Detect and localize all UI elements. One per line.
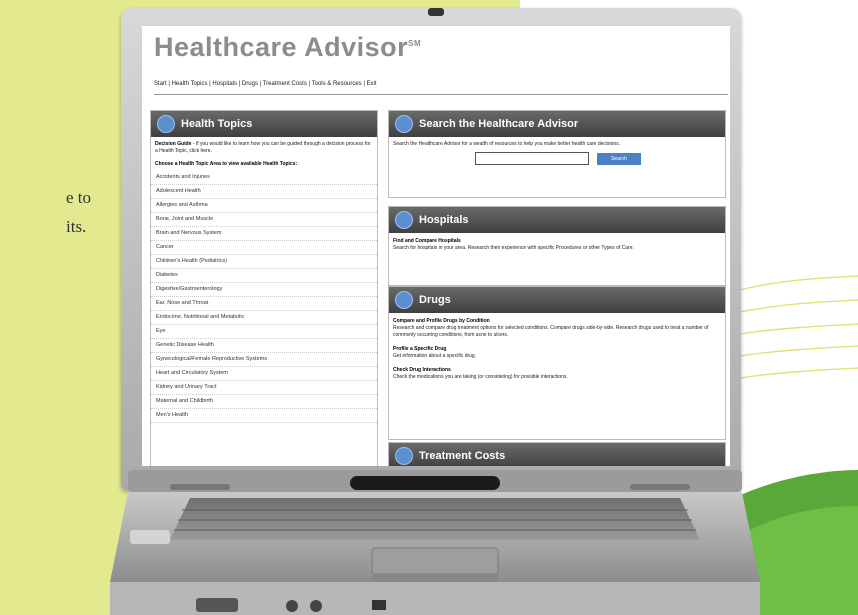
drugs-content: Compare and Profile Drugs by Condition R… [389,313,725,381]
drug-interactions-description: Check the medications you are taking (or… [393,374,568,380]
compare-drugs-description: Research and compare drug treatment opti… [393,325,709,338]
decision-guide-link[interactable]: Decision Guide [155,141,191,147]
search-panel: Search the Healthcare Advisor Search the… [388,110,726,198]
hospitals-content: Find and Compare Hospitals Search for ho… [389,233,725,252]
search-description: Search the Healthcare Advisor for a weal… [393,141,621,147]
drugs-panel: Drugs Compare and Profile Drugs by Condi… [388,286,726,440]
app-title: Healthcare Advisor [154,32,409,62]
search-button[interactable]: Search [597,152,641,165]
trademark: SM [408,39,422,48]
health-topics-header: Health Topics [151,111,377,137]
search-icon [395,115,413,133]
topic-item[interactable]: Eye [151,325,377,339]
drugs-header: Drugs [389,287,725,313]
drug-interactions-link[interactable]: Check Drug Interactions [393,367,451,373]
hospitals-header: Hospitals [389,207,725,233]
topic-item[interactable]: Heart and Circulatory System [151,367,377,381]
hospitals-icon [395,211,413,229]
choose-topic-prompt-text: Choose a Health Topic Area to view avail… [155,161,298,167]
topic-item[interactable]: Allergies and Asthma [151,199,377,213]
treatment-costs-panel: Treatment Costs [388,442,726,466]
webcam-icon [428,8,444,16]
health-topics-icon [157,115,175,133]
topic-item[interactable]: Ear, Nose and Throat [151,297,377,311]
page-title: Healthcare AdvisorSM [154,32,421,63]
search-input[interactable] [475,152,589,165]
profile-drug-description: Get information about a specific drug. [393,353,477,359]
search-header: Search the Healthcare Advisor [389,111,725,137]
compare-drugs-link[interactable]: Compare and Profile Drugs by Condition [393,318,490,324]
topic-item[interactable]: Digestive/Gastroenterology [151,283,377,297]
hospitals-panel: Hospitals Find and Compare Hospitals Sea… [388,206,726,286]
drugs-title: Drugs [419,294,451,306]
left-text-line-1: e to [66,188,92,207]
decorative-lines [740,275,858,379]
search-title: Search the Healthcare Advisor [419,118,579,130]
left-text-line-2: its. [66,217,87,236]
topic-item[interactable]: Endocrine, Nutritional and Metabolic [151,311,377,325]
topic-item[interactable]: Brain and Nervous System [151,227,377,241]
profile-drug-link[interactable]: Profile a Specific Drug [393,346,446,352]
laptop-screen: Healthcare AdvisorSM Start | Health Topi… [142,26,730,466]
topic-item[interactable]: Kidney and Urinary Tract [151,381,377,395]
topic-item[interactable]: Men's Health [151,409,377,423]
topic-item[interactable]: Gynecological/Female Reproductive System… [151,353,377,367]
find-hospitals-link[interactable]: Find and Compare Hospitals [393,238,461,244]
topic-item[interactable]: Cancer [151,241,377,255]
search-row: Search [389,148,725,165]
hospitals-description: Search for hospitals in your area. Resea… [393,245,634,251]
health-topic-list: Accidents and Injuries Adolescent Health… [151,171,377,423]
choose-topic-prompt: Choose a Health Topic Area to view avail… [151,155,377,171]
hospitals-title: Hospitals [419,214,469,226]
treatment-costs-title: Treatment Costs [419,450,506,462]
topic-item[interactable]: Children's Health (Pediatrics) [151,255,377,269]
topic-item[interactable]: Adolescent Health [151,185,377,199]
laptop-base [110,470,760,615]
nav-divider [154,94,728,95]
topic-item[interactable]: Maternal and Childbirth [151,395,377,409]
topic-item[interactable]: Accidents and Injuries [151,171,377,185]
decision-guide: Decision Guide - If you would like to le… [151,137,377,155]
topic-item[interactable]: Genetic Disease Health [151,339,377,353]
drugs-icon [395,291,413,309]
topic-item[interactable]: Bone, Joint and Muscle [151,213,377,227]
topic-item[interactable]: Diabetes [151,269,377,283]
treatment-costs-header: Treatment Costs [389,443,725,466]
treatment-costs-icon [395,447,413,465]
health-topics-panel: Health Topics Decision Guide - If you wo… [150,110,378,466]
health-topics-title: Health Topics [181,118,253,130]
top-nav[interactable]: Start | Health Topics | Hospitals | Drug… [154,81,377,87]
